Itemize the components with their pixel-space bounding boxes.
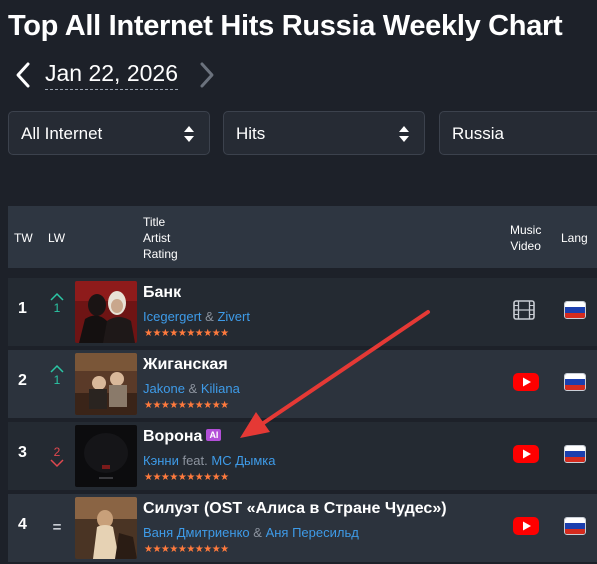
table-row[interactable]: 1 1 Банк Icegergert & Zivert ★★★★★★★★★★ (8, 278, 597, 346)
trend-down-icon (50, 459, 64, 468)
chart-type-select-value: Hits (236, 124, 266, 143)
music-video-button[interactable] (513, 300, 539, 320)
rating-stars: ★★★★★★★★★★ (144, 544, 229, 555)
chevron-right-icon (200, 62, 214, 88)
artist-link[interactable]: Icegergert (143, 309, 202, 324)
ai-badge: AI (206, 428, 222, 441)
column-tw: TW (14, 231, 33, 245)
column-artist-line: Artist (143, 231, 171, 245)
rank-last-week: 1 (46, 292, 68, 332)
russia-flag-icon (564, 445, 586, 463)
rank-this-week: 3 (18, 444, 27, 461)
song-title-text: Банк (143, 284, 182, 301)
artist-separator: feat. (182, 453, 208, 468)
song-title[interactable]: Силуэт (OST «Алиса в Стране Чудес») (143, 500, 447, 518)
platform-select[interactable]: All Internet (8, 111, 210, 155)
sort-arrows-icon (399, 126, 409, 142)
rank-last-week: 1 (46, 364, 68, 404)
last-week-value: 1 (53, 373, 61, 387)
column-lang: Lang (561, 231, 588, 245)
artist-list: Icegergert & Zivert (143, 309, 250, 324)
column-video-line: Video (510, 239, 541, 253)
table-row[interactable]: 3 2 Ворона AI Кэнни feat. МС Дымка ★★★★★★… (8, 422, 597, 490)
column-rating-line: Rating (143, 247, 178, 261)
song-title-text: Жиганская (143, 356, 228, 373)
artist-list: Jakone & Kiliana (143, 381, 240, 396)
last-week-value: = (52, 519, 62, 536)
rating-stars: ★★★★★★★★★★ (144, 472, 229, 483)
youtube-icon (513, 445, 539, 463)
film-icon (513, 300, 535, 320)
rank-this-week: 4 (18, 516, 27, 533)
song-title-text: Силуэт (OST «Алиса в Стране Чудес») (143, 500, 447, 517)
last-week-value: 1 (53, 301, 61, 315)
youtube-icon (513, 373, 539, 391)
table-row[interactable]: 2 1 Жиганская Jakone & Kiliana ★★★★★★★★★… (8, 350, 597, 418)
previous-week-button[interactable] (12, 58, 36, 92)
youtube-icon (513, 517, 539, 535)
artist-link[interactable]: Кэнни (143, 453, 179, 468)
column-title: Title Artist Rating (143, 214, 178, 262)
artist-list: Кэнни feat. МС Дымка (143, 453, 276, 468)
chevron-left-icon (16, 62, 30, 88)
rank-this-week: 2 (18, 372, 27, 389)
rank-this-week: 1 (18, 300, 27, 317)
chart-date[interactable]: Jan 22, 2026 (45, 60, 179, 90)
artist-link[interactable]: Jakone (143, 381, 185, 396)
artist-link[interactable]: Zivert (217, 309, 250, 324)
russia-flag-icon (564, 517, 586, 535)
artist-separator: & (205, 309, 214, 324)
music-video-button[interactable] (513, 372, 539, 392)
rank-last-week: 2 (46, 436, 68, 476)
artist-list: Ваня Дмитриенко & Аня Пересильд (143, 525, 359, 540)
artist-link[interactable]: МС Дымка (211, 453, 275, 468)
artist-separator: & (253, 525, 262, 540)
song-title[interactable]: Банк (143, 284, 181, 302)
platform-select-value: All Internet (21, 124, 103, 143)
column-lw: LW (48, 231, 66, 245)
cover-art[interactable] (75, 353, 137, 415)
music-video-button[interactable] (513, 444, 539, 464)
russia-flag-icon (564, 373, 586, 391)
rating-stars: ★★★★★★★★★★ (144, 400, 229, 411)
artist-link[interactable]: Kiliana (201, 381, 240, 396)
artist-link[interactable]: Аня Пересильд (266, 525, 359, 540)
table-row[interactable]: 4 = Силуэт (OST «Алиса в Стране Чудес») … (8, 494, 597, 562)
rating-stars: ★★★★★★★★★★ (144, 328, 229, 339)
song-title[interactable]: Жиганская (143, 356, 228, 374)
next-week-button[interactable] (194, 58, 218, 92)
country-select-value: Russia (452, 124, 504, 143)
music-video-button[interactable] (513, 516, 539, 536)
sort-arrows-icon (184, 126, 194, 142)
table-header: TW LW Title Artist Rating Music Video La… (8, 206, 597, 268)
column-music-video: Music Video (510, 222, 541, 254)
column-title-line: Title (143, 215, 166, 229)
russia-flag-icon (564, 301, 586, 319)
rank-last-week: = (46, 508, 68, 548)
song-title-text: Ворона (143, 428, 203, 445)
column-music-line: Music (510, 223, 542, 237)
song-title[interactable]: Ворона AI (143, 428, 222, 446)
country-select[interactable]: Russia (439, 111, 597, 155)
page-title: Top All Internet Hits Russia Weekly Char… (8, 10, 563, 42)
cover-art[interactable] (75, 281, 137, 343)
artist-link[interactable]: Ваня Дмитриенко (143, 525, 250, 540)
chart-type-select[interactable]: Hits (223, 111, 425, 155)
cover-art[interactable] (75, 497, 137, 559)
cover-art[interactable] (75, 425, 137, 487)
last-week-value: 2 (53, 445, 61, 459)
artist-separator: & (188, 381, 198, 396)
